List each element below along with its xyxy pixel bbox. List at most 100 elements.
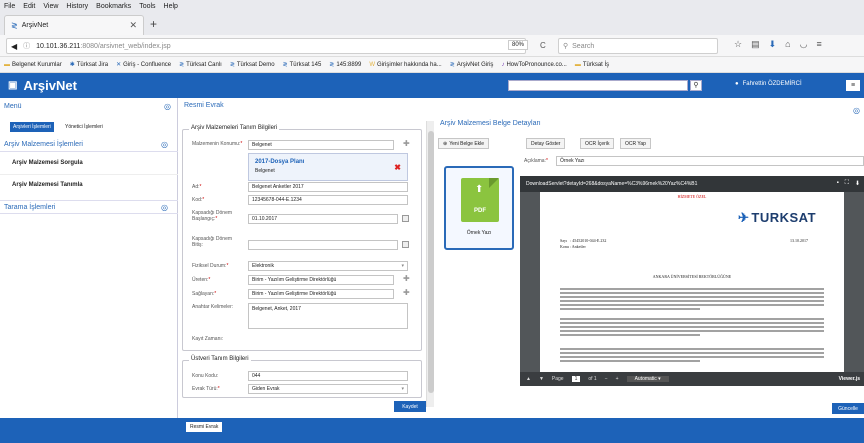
confluence-icon: ✕	[116, 62, 122, 68]
section-toggle-icon[interactable]: ◎	[161, 140, 168, 149]
chevron-down-icon: ▾	[401, 386, 404, 392]
menu-bookmarks[interactable]: Bookmarks	[96, 3, 131, 10]
kod-input[interactable]: 12345678-044-E.1234	[248, 195, 408, 205]
menu-view[interactable]: View	[43, 3, 58, 10]
calendar-icon[interactable]	[402, 215, 409, 222]
footer-tab-resmi-evrak[interactable]: Resmi Evrak	[186, 422, 223, 432]
menu-edit[interactable]: Edit	[23, 3, 35, 10]
sidebar-item-sorgula[interactable]: Arşiv Malzemesi Sorgula	[12, 160, 83, 166]
page-total: of 1	[588, 376, 597, 382]
sidebar-item-tanimla[interactable]: Arşiv Malzemesi Tanımla	[12, 182, 83, 188]
anahtar-kelimeler-input[interactable]: Belgenet, Anket, 2017	[248, 303, 408, 329]
save-button[interactable]: Kaydet	[394, 401, 426, 412]
sidebar-section-arsiv[interactable]: Arşiv Malzemesi İşlemleri ◎	[0, 138, 178, 152]
detail-button[interactable]: Detay Göster	[526, 138, 566, 149]
url-bar[interactable]: ◀ ⓘ 10.101.36.211 :8080/arsivnet_web/ind…	[6, 38, 526, 54]
zoom-select[interactable]: Automatic ▾	[626, 376, 669, 382]
menu-tools[interactable]: Tools	[139, 3, 155, 10]
download-icon[interactable]: ⬇	[855, 180, 860, 187]
sidebar-section-tarama[interactable]: Tarama İşlemleri ◎	[0, 200, 178, 214]
tab-close-icon[interactable]: ✕	[129, 20, 137, 31]
dosya-plani-title: 2017-Dosya Planı	[255, 159, 305, 165]
reload-icon[interactable]: C	[540, 41, 546, 50]
bookmark-item[interactable]: ≷ Türksat Demo	[230, 61, 275, 69]
fiziksel-durum-select[interactable]: Elektronik ▾	[248, 261, 408, 271]
document-card[interactable]: ⬆ PDF Örnek Yazı	[444, 166, 514, 250]
browser-tab[interactable]: ≷ ArşivNet ✕	[4, 15, 144, 35]
pocket-icon[interactable]: ◡	[800, 39, 808, 50]
evrak-turu-select[interactable]: Giden Evrak ▾	[248, 384, 408, 394]
next-page-icon[interactable]: ▼	[539, 376, 544, 382]
saglayan-input[interactable]: Birim - Yazılım Geliştirme Direktörlüğü	[248, 289, 394, 299]
app-footer: Resmi Evrak	[0, 418, 864, 443]
user-icon: ●	[735, 81, 739, 87]
add-document-button[interactable]: ⊕ Yeni Belge Ekle	[438, 138, 490, 149]
konum-input[interactable]: Belgenet	[248, 140, 394, 150]
bookmark-item[interactable]: ✕ Giriş - Confluence	[116, 61, 171, 69]
star-icon[interactable]: ☆	[734, 39, 742, 50]
fullscreen-icon[interactable]: ⛶	[845, 180, 849, 187]
calendar-icon[interactable]	[402, 241, 409, 248]
new-tab-icon[interactable]: +	[150, 17, 157, 31]
page-number-input[interactable]: 1	[571, 376, 581, 382]
panel-toggle-icon[interactable]: ◎	[853, 106, 860, 115]
library-icon[interactable]: ▤	[751, 39, 760, 50]
zoom-in-icon[interactable]: +	[616, 376, 619, 382]
update-button[interactable]: Güncelle	[832, 403, 864, 414]
ocr-run-button[interactable]: OCR Yap	[620, 138, 651, 149]
bookmark-item[interactable]: ▬ Belgenet Kurumlar	[4, 62, 62, 68]
header-search-input[interactable]	[508, 80, 688, 91]
ocr-content-button[interactable]: OCR İçerik	[580, 138, 615, 149]
description-input[interactable]: Örnek Yazı	[556, 156, 864, 166]
browser-nav-row: ◀ ⓘ 10.101.36.211 :8080/arsivnet_web/ind…	[0, 35, 864, 57]
app-logo[interactable]: ▣ ArşivNet	[8, 78, 77, 93]
bookmark-item[interactable]: ≷ 145:8899	[329, 61, 361, 69]
dosya-plani-selection[interactable]: 2017-Dosya Planı Belgenet ✖	[248, 153, 408, 181]
tab-yonetici-islemleri[interactable]: Yönetici İşlemleri	[62, 122, 106, 132]
page-label: Page	[551, 376, 564, 382]
home-icon[interactable]: ⌂	[785, 39, 790, 50]
header-search-icon[interactable]: ⚲	[690, 80, 702, 91]
section-toggle-icon[interactable]: ◎	[161, 203, 168, 212]
ureten-input[interactable]: Birim - Yazılım Geliştirme Direktörlüğü	[248, 275, 394, 285]
bookmark-item[interactable]: ✱ Türksat Jira	[70, 61, 108, 69]
header-menu-icon[interactable]: ≡	[846, 80, 860, 91]
konu-kodu-input[interactable]: 044	[248, 371, 408, 381]
bookmark-item[interactable]: ▬ Türksat İş	[575, 62, 609, 68]
remove-icon[interactable]: ✖	[394, 163, 401, 172]
bitis-date-input[interactable]	[248, 240, 398, 250]
w-icon: W	[369, 61, 376, 68]
zoom-out-icon[interactable]: −	[605, 376, 608, 382]
ad-input[interactable]: Belgenet Anketler 2017	[248, 182, 408, 192]
bookmark-item[interactable]: W Girişimler hakkında ha...	[369, 62, 441, 68]
add-icon[interactable]: ✚	[403, 288, 410, 297]
bookmark-item[interactable]: ≷ Türksat Canlı	[179, 61, 222, 69]
tab-arsiv-islemleri[interactable]: Arşivleri İşlemleri	[10, 122, 54, 132]
fieldset-legend: Üstveri Tanım Bilgileri	[189, 356, 251, 362]
baslangic-label: Kapsadığı Dönem Başlangıç:*	[192, 210, 233, 222]
zoom-level[interactable]: 80%	[508, 40, 529, 50]
download-icon[interactable]: ⬇	[769, 39, 777, 50]
user-menu[interactable]: ● Fahrettin ÖZDEMİRCİ	[735, 81, 802, 87]
hamburger-menu-icon[interactable]: ≡	[816, 39, 821, 50]
form-scrollbar[interactable]	[426, 121, 434, 407]
presentation-icon[interactable]: ▪	[837, 180, 839, 187]
menu-file[interactable]: File	[4, 3, 15, 10]
prev-page-icon[interactable]: ▲	[526, 376, 531, 382]
form-panel: Resmi Evrak Arşiv Malzemeleri Tanım Bilg…	[178, 98, 434, 418]
baslangic-date-input[interactable]: 01.10.2017	[248, 214, 398, 224]
menu-history[interactable]: History	[66, 3, 88, 10]
bookmark-item[interactable]: ≷ ArşivNet Giriş	[450, 61, 494, 69]
info-icon[interactable]: ⓘ	[23, 41, 30, 51]
ureten-label: Üreten:*	[192, 277, 211, 283]
fieldset-legend: Arşiv Malzemeleri Tanım Bilgileri	[189, 125, 280, 131]
sidebar-collapse-icon[interactable]: ◎	[164, 102, 171, 111]
bookmark-item[interactable]: ≷ Türksat 145	[283, 61, 322, 69]
back-icon[interactable]: ◀	[11, 42, 17, 51]
add-icon[interactable]: ✚	[403, 139, 410, 148]
menu-help[interactable]: Help	[164, 3, 178, 10]
upload-arrow-icon: ⬆	[475, 184, 484, 195]
browser-search-input[interactable]: ⚲ Search	[558, 38, 718, 54]
add-icon[interactable]: ✚	[403, 274, 410, 283]
bookmark-item[interactable]: ♪ HowToPronounce.co...	[501, 62, 566, 68]
